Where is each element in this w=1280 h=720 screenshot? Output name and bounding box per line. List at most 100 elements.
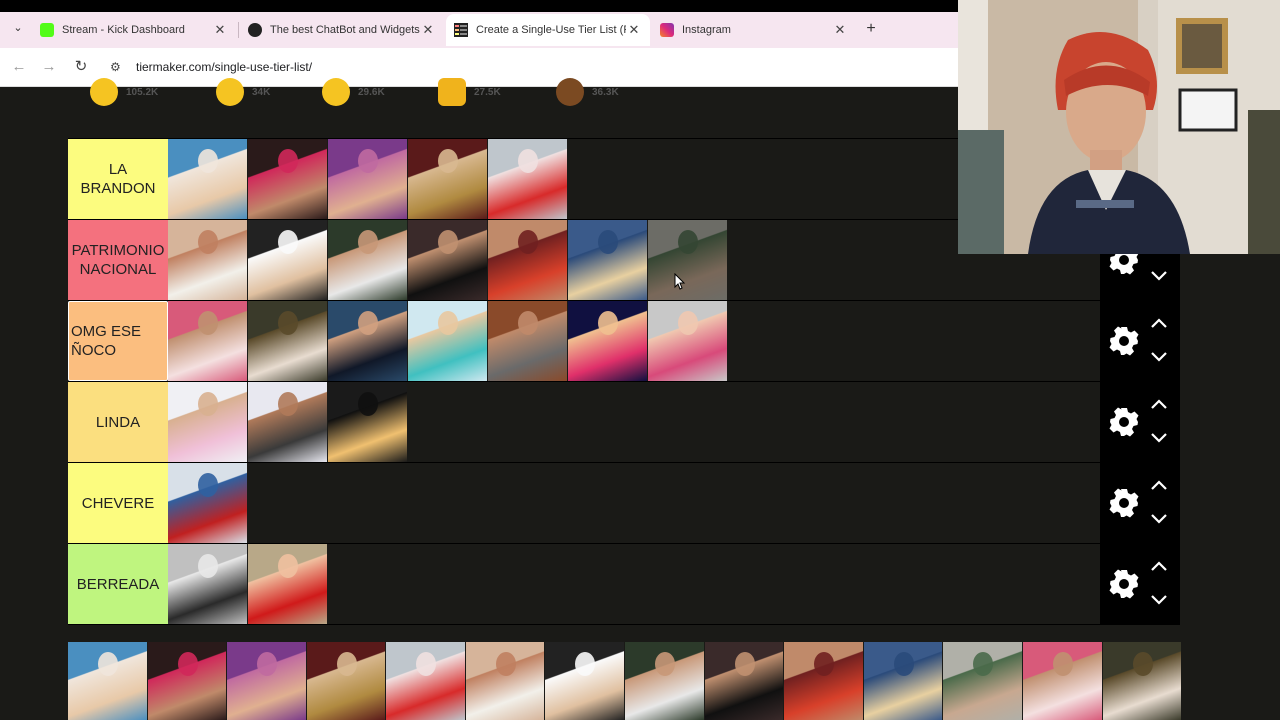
settings-gear-icon[interactable]: [1108, 568, 1140, 600]
tier-image[interactable]: [943, 642, 1022, 720]
kick-icon: [40, 23, 54, 37]
tier-image[interactable]: [625, 642, 704, 720]
tier-image[interactable]: [328, 139, 407, 219]
reaction-grinning[interactable]: 34K: [216, 78, 270, 106]
reaction-hands[interactable]: 27.5K: [438, 78, 501, 106]
tier-image[interactable]: [408, 220, 487, 300]
move-down-icon[interactable]: [1150, 347, 1168, 365]
unranked-image-pool: [68, 642, 1182, 720]
tier-image[interactable]: [648, 220, 727, 300]
tier-image[interactable]: [1102, 642, 1182, 720]
tier-image[interactable]: [328, 301, 407, 381]
settings-gear-icon[interactable]: [1108, 406, 1140, 438]
tier-image[interactable]: [68, 642, 147, 720]
move-up-icon[interactable]: [1150, 477, 1168, 495]
move-down-icon[interactable]: [1150, 266, 1168, 284]
tier-image[interactable]: [568, 220, 647, 300]
forward-icon[interactable]: →: [40, 58, 58, 76]
back-icon[interactable]: ←: [10, 58, 28, 76]
tier-label[interactable]: BERREADA: [68, 544, 168, 624]
tier-image[interactable]: [168, 301, 247, 381]
grinning-face-icon: [216, 78, 244, 106]
photo-subject: [278, 311, 298, 335]
tier-image[interactable]: [168, 139, 247, 219]
raised-hands-icon: [438, 78, 466, 106]
tier-items: [168, 139, 568, 219]
reaction-laughing[interactable]: 105.2K: [90, 78, 158, 106]
tier-label[interactable]: LINDA: [68, 382, 168, 462]
photo-subject: [1052, 652, 1073, 676]
tier-items: [168, 463, 248, 543]
tier-image[interactable]: [704, 642, 784, 720]
tier-label[interactable]: PATRIMONIO NACIONAL: [68, 220, 168, 300]
tab-kick-dashboard[interactable]: Stream - Kick Dashboard ✕: [32, 14, 236, 46]
tier-image[interactable]: [545, 642, 625, 720]
move-up-icon[interactable]: [1150, 396, 1168, 414]
close-icon[interactable]: ✕: [832, 22, 848, 38]
tier-image[interactable]: [248, 220, 327, 300]
settings-gear-icon[interactable]: [1108, 325, 1140, 357]
tier-image[interactable]: [648, 301, 727, 381]
tab-title: Create a Single-Use Tier List (P: [476, 24, 626, 36]
laughing-face-icon: [90, 78, 118, 106]
tab-chatbot[interactable]: The best ChatBot and Widgets ✕: [240, 14, 444, 46]
tier-image[interactable]: [147, 642, 227, 720]
reaction-poop[interactable]: 36.3K: [556, 78, 619, 106]
reaction-squint[interactable]: 29.6K: [322, 78, 385, 106]
move-down-icon[interactable]: [1150, 509, 1168, 527]
tier-image[interactable]: [408, 301, 487, 381]
tier-image[interactable]: [248, 544, 327, 624]
close-icon[interactable]: ✕: [626, 22, 642, 38]
tier-image[interactable]: [488, 301, 567, 381]
tier-controls: [1100, 463, 1180, 543]
tier-image[interactable]: [1022, 642, 1102, 720]
reaction-count: 27.5K: [474, 86, 501, 98]
settings-gear-icon[interactable]: [1108, 487, 1140, 519]
tier-image[interactable]: [168, 382, 247, 462]
tier-image[interactable]: [863, 642, 943, 720]
close-icon[interactable]: ✕: [212, 22, 228, 38]
tier-image[interactable]: [168, 463, 247, 543]
photo-subject: [198, 230, 218, 254]
tier-image[interactable]: [248, 382, 327, 462]
tab-separator: [238, 22, 239, 38]
tier-items: [168, 544, 328, 624]
url-field[interactable]: ⚙ tiermaker.com/single-use-tier-list/: [104, 53, 954, 81]
tier-image[interactable]: [784, 642, 863, 720]
tier-image[interactable]: [386, 642, 465, 720]
tier-label[interactable]: CHEVERE: [68, 463, 168, 543]
tier-image[interactable]: [408, 139, 487, 219]
tier-image[interactable]: [488, 139, 567, 219]
tier-image[interactable]: [488, 220, 567, 300]
tier-image[interactable]: [248, 139, 327, 219]
site-info-icon[interactable]: ⚙: [110, 60, 126, 74]
tier-image[interactable]: [328, 220, 407, 300]
tier-image[interactable]: [465, 642, 545, 720]
tier-image[interactable]: [227, 642, 306, 720]
photo-subject: [198, 554, 218, 578]
reaction-count: 34K: [252, 86, 271, 98]
move-down-icon[interactable]: [1150, 590, 1168, 608]
move-up-icon[interactable]: [1150, 558, 1168, 576]
tab-tiermaker[interactable]: Create a Single-Use Tier List (P ✕: [446, 14, 650, 46]
move-up-icon[interactable]: [1150, 315, 1168, 333]
tier-label[interactable]: OMG ESE ÑOCO: [68, 301, 168, 381]
tier-controls: [1100, 301, 1180, 381]
tier-row: OMG ESE ÑOCO: [68, 300, 1180, 382]
move-down-icon[interactable]: [1150, 428, 1168, 446]
reaction-count: 29.6K: [358, 86, 385, 98]
photo-subject: [678, 230, 698, 254]
tier-image[interactable]: [168, 220, 247, 300]
tab-instagram[interactable]: Instagram ✕: [652, 14, 856, 46]
photo-subject: [358, 392, 378, 416]
tier-image[interactable]: [248, 301, 327, 381]
new-tab-icon[interactable]: +: [862, 20, 880, 38]
tier-label[interactable]: LA BRANDON: [68, 139, 168, 219]
tier-image[interactable]: [306, 642, 386, 720]
tier-image[interactable]: [328, 382, 407, 462]
tier-image[interactable]: [568, 301, 647, 381]
tier-image[interactable]: [168, 544, 247, 624]
reload-icon[interactable]: ↻: [72, 58, 90, 76]
close-icon[interactable]: ✕: [420, 22, 436, 38]
tab-search-dropdown-icon[interactable]: ⌄: [10, 20, 26, 36]
